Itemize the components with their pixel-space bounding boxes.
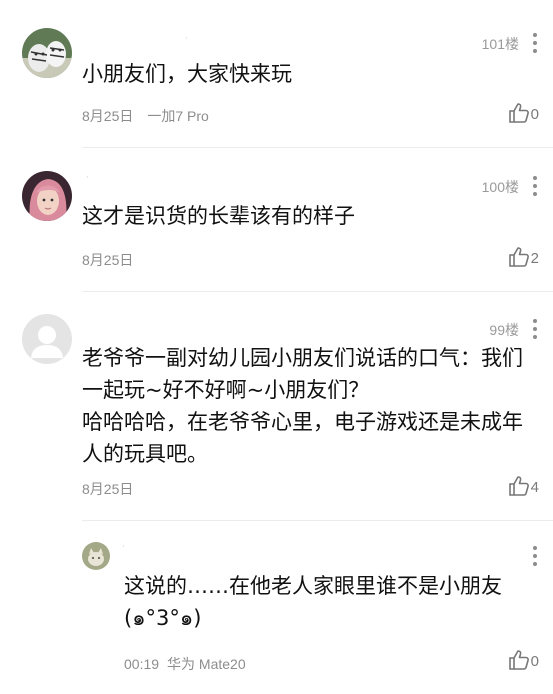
divider xyxy=(82,520,553,521)
thumbs-up-icon xyxy=(508,650,529,670)
like-button[interactable]: 2 xyxy=(508,246,539,268)
like-button[interactable]: 0 xyxy=(508,649,539,671)
divider xyxy=(82,147,553,148)
more-dots-icon[interactable] xyxy=(533,176,539,196)
user-avatar[interactable] xyxy=(82,542,110,570)
divider xyxy=(82,291,553,292)
user-avatar[interactable] xyxy=(22,28,72,78)
comment-date: 8月25日 xyxy=(82,108,134,124)
comment-meta: 8月25日 xyxy=(82,250,133,270)
like-button[interactable]: 4 xyxy=(508,475,539,497)
comment-text: 小朋友们，大家快来玩 xyxy=(82,62,292,86)
like-count: 4 xyxy=(530,479,539,496)
floor-number: 99楼 xyxy=(489,322,519,338)
floor-number: 100楼 xyxy=(481,179,519,195)
floor-number: 101楼 xyxy=(481,36,519,52)
more-dots-icon[interactable] xyxy=(533,319,539,339)
reply-time: 00:19 xyxy=(124,656,160,672)
more-dots-icon[interactable] xyxy=(533,546,539,566)
reply-meta: 00:19 华为 Mate20 xyxy=(124,654,246,674)
device-name: 一加7 Pro xyxy=(147,108,209,124)
comment-meta: 8月25日 一加7 Pro xyxy=(82,106,209,126)
thumbs-up-icon xyxy=(508,476,529,496)
like-count: 0 xyxy=(530,106,539,123)
user-avatar[interactable] xyxy=(22,314,72,364)
comment-text: 这才是识货的长辈该有的样子 xyxy=(82,204,355,228)
thumbs-up-icon xyxy=(508,247,529,267)
cat-avatar-icon xyxy=(82,542,110,570)
decorative-mark: · xyxy=(86,173,89,182)
decorative-mark: · xyxy=(185,34,188,43)
tiger-avatar-icon xyxy=(22,28,72,78)
reply-text: 这说的……在他老人家眼里谁不是小朋友 (๑°3°๑) xyxy=(124,574,502,630)
comment-date: 8月25日 xyxy=(82,481,134,497)
default-user-avatar-icon xyxy=(22,314,72,364)
comment-date: 8月25日 xyxy=(82,252,134,268)
like-count: 0 xyxy=(530,653,539,670)
more-dots-icon[interactable] xyxy=(533,33,539,53)
decorative-mark: · xyxy=(122,542,125,551)
comment-meta: 8月25日 xyxy=(82,479,133,499)
device-name: 华为 Mate20 xyxy=(167,656,246,672)
like-button[interactable]: 0 xyxy=(508,102,539,124)
anime-girl-avatar-icon xyxy=(22,171,72,221)
thumbs-up-icon xyxy=(508,103,529,123)
comment-text: 老爷爷一副对幼儿园小朋友们说话的口气：我们 一起玩~好不好啊~小朋友们？ 哈哈哈… xyxy=(82,346,523,466)
user-avatar[interactable] xyxy=(22,171,72,221)
like-count: 2 xyxy=(530,250,539,267)
